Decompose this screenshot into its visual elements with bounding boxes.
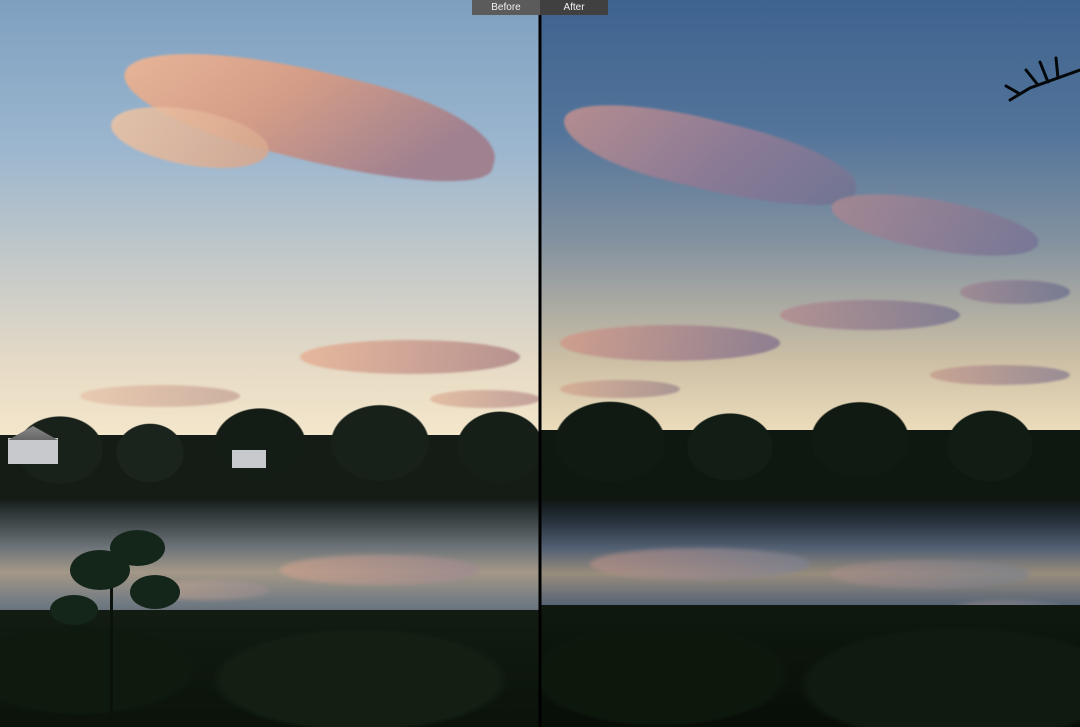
compare-split-handle[interactable]	[539, 0, 541, 727]
after-foreground	[540, 605, 1080, 727]
after-cloud	[960, 280, 1070, 304]
after-cloud	[780, 300, 960, 330]
after-reflection	[590, 548, 810, 580]
compare-canvas	[0, 0, 1080, 727]
before-tab[interactable]: Before	[472, 0, 540, 15]
after-tab[interactable]: After	[540, 0, 608, 15]
before-house	[8, 438, 58, 464]
before-treeline	[0, 395, 540, 515]
after-treeline	[540, 392, 1080, 517]
before-after-toggle[interactable]: Before After	[472, 0, 608, 15]
before-house	[232, 450, 266, 468]
after-cloud	[560, 325, 780, 361]
before-foreground	[0, 610, 540, 727]
before-cloud	[300, 340, 520, 374]
after-reflection	[830, 560, 1030, 588]
before-reflection	[280, 555, 480, 585]
before-reflection	[150, 580, 270, 600]
after-cloud	[930, 365, 1070, 385]
